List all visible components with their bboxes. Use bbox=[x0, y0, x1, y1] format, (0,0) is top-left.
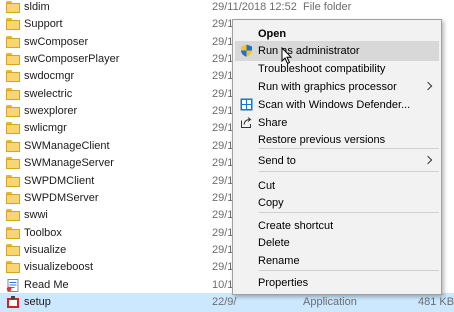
menu-separator bbox=[259, 171, 439, 172]
file-type: File folder bbox=[303, 1, 352, 13]
chevron-right-icon bbox=[423, 155, 433, 165]
menu-item-label: Delete bbox=[258, 237, 290, 249]
shield-icon bbox=[240, 44, 253, 57]
folder-icon bbox=[6, 53, 20, 66]
mouse-cursor-icon bbox=[281, 47, 293, 65]
menu-item-label: Scan with Windows Defender... bbox=[258, 99, 411, 111]
folder-icon bbox=[6, 18, 20, 31]
file-size: 481 KB bbox=[418, 296, 454, 308]
file-row[interactable]: setup 22/9/Application 481 KB bbox=[0, 293, 454, 312]
menu-item-label: Cut bbox=[258, 180, 276, 192]
menu-item-troubleshoot-compatibility[interactable]: Troubleshoot compatibility bbox=[235, 59, 439, 79]
folder-icon bbox=[6, 244, 20, 257]
folder-icon bbox=[6, 261, 20, 274]
document-icon bbox=[6, 279, 20, 292]
folder-icon bbox=[6, 70, 20, 83]
file-date: 22/9/ bbox=[212, 296, 237, 308]
file-name: swwi bbox=[24, 209, 48, 221]
setup-app-icon bbox=[6, 296, 20, 309]
file-name: SWPDMServer bbox=[24, 192, 99, 204]
file-name: SWManageClient bbox=[24, 140, 110, 152]
menu-item-label: Create shortcut bbox=[258, 220, 334, 232]
file-name: setup bbox=[24, 296, 51, 308]
file-name: Read Me bbox=[24, 279, 69, 291]
folder-icon bbox=[6, 157, 20, 170]
file-name: visualize bbox=[24, 244, 67, 256]
menu-item-label: Copy bbox=[258, 197, 284, 209]
file-name: swComposer bbox=[24, 36, 89, 48]
file-date: 29/11/2018 12:52 bbox=[212, 1, 297, 13]
defender-icon bbox=[240, 98, 253, 111]
file-name: Support bbox=[24, 18, 63, 30]
menu-item-label: Run as administrator bbox=[258, 45, 360, 57]
folder-icon bbox=[6, 1, 20, 14]
menu-separator bbox=[259, 270, 439, 271]
menu-item-delete[interactable]: Delete bbox=[235, 233, 439, 253]
file-name: SWManageServer bbox=[24, 157, 114, 169]
file-name: visualizeboost bbox=[24, 261, 94, 273]
folder-icon bbox=[6, 175, 20, 188]
file-name: sldim bbox=[24, 1, 50, 13]
folder-icon bbox=[6, 36, 20, 49]
menu-item-label: Send to bbox=[258, 155, 296, 167]
file-type: Application bbox=[303, 296, 357, 308]
menu-separator bbox=[259, 212, 439, 213]
context-menu: Open Run as administrator Troubleshoot com… bbox=[232, 19, 442, 295]
menu-item-label: Properties bbox=[258, 277, 309, 289]
menu-item-scan-with-windows-defender[interactable]: Scan with Windows Defender... bbox=[235, 95, 439, 115]
menu-separator bbox=[259, 148, 439, 149]
file-name: swexplorer bbox=[24, 105, 78, 117]
menu-item-rename[interactable]: Rename bbox=[235, 251, 439, 271]
menu-item-label: Open bbox=[258, 28, 287, 40]
folder-icon bbox=[6, 209, 20, 222]
file-name: swelectric bbox=[24, 88, 73, 100]
menu-item-label: Troubleshoot compatibility bbox=[258, 63, 386, 75]
menu-item-restore-previous-versions[interactable]: Restore previous versions bbox=[235, 130, 439, 150]
share-icon bbox=[240, 116, 253, 129]
folder-icon bbox=[6, 105, 20, 118]
menu-item-label: Share bbox=[258, 117, 288, 129]
menu-item-run-as-administrator[interactable]: Run as administrator bbox=[235, 41, 439, 61]
file-name: SWPDMClient bbox=[24, 175, 95, 187]
folder-icon bbox=[6, 88, 20, 101]
chevron-right-icon bbox=[423, 81, 433, 91]
folder-icon bbox=[6, 140, 20, 153]
folder-icon bbox=[6, 122, 20, 135]
menu-item-label: Run with graphics processor bbox=[258, 81, 397, 93]
menu-item-label: Rename bbox=[258, 255, 300, 267]
folder-icon bbox=[6, 192, 20, 205]
menu-item-label: Restore previous versions bbox=[258, 134, 386, 146]
file-name: swdocmgr bbox=[24, 70, 75, 82]
file-name: Toolbox bbox=[24, 227, 62, 239]
menu-item-properties[interactable]: Properties bbox=[235, 273, 439, 293]
menu-item-send-to[interactable]: Send to bbox=[235, 151, 439, 171]
menu-item-copy[interactable]: Copy bbox=[235, 193, 439, 213]
menu-item-run-with-graphics-processor[interactable]: Run with graphics processor bbox=[235, 77, 439, 97]
file-name: swComposerPlayer bbox=[24, 53, 120, 65]
file-name: swlicmgr bbox=[24, 122, 67, 134]
folder-icon bbox=[6, 227, 20, 240]
